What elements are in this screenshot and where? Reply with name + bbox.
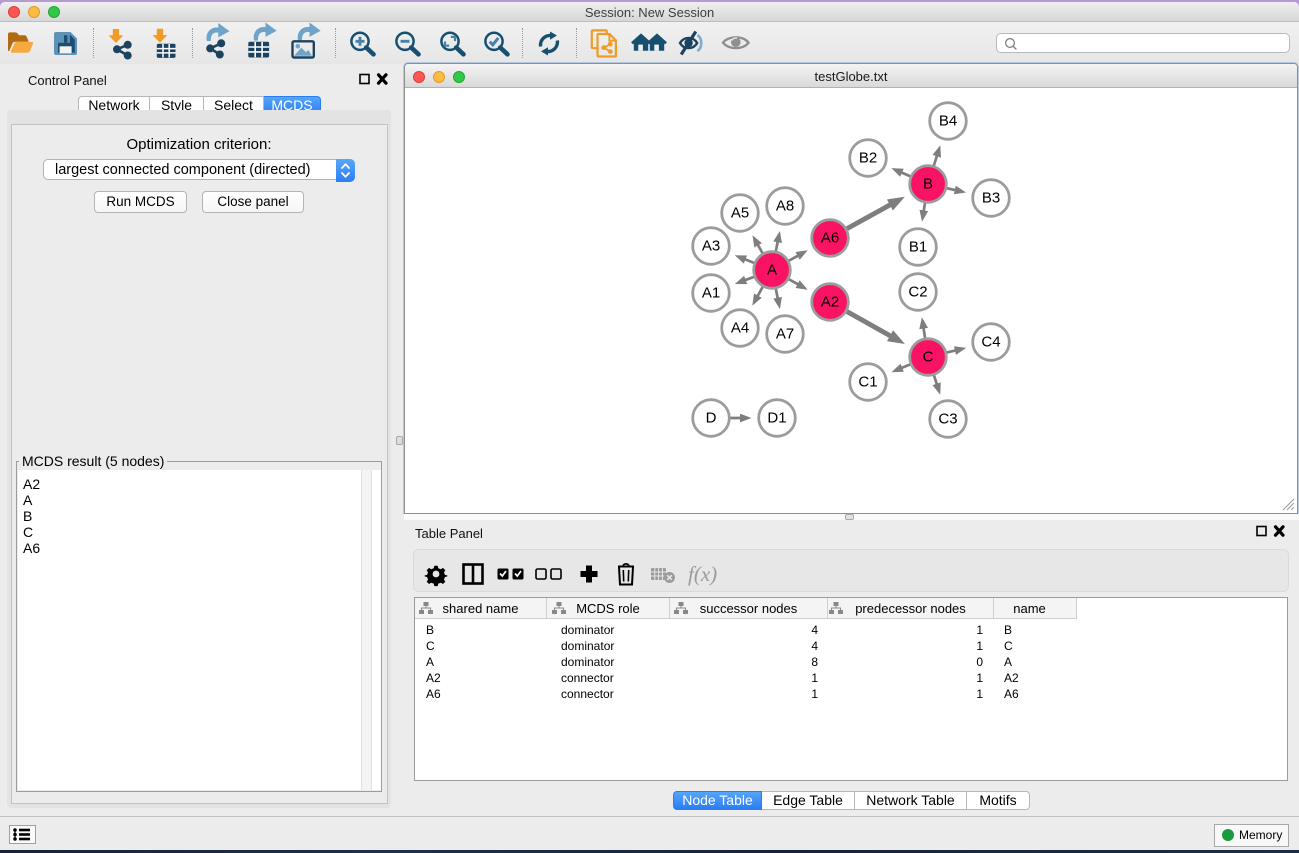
- svg-text:C1: C1: [858, 374, 877, 391]
- svg-text:f(x): f(x): [688, 562, 717, 586]
- svg-text:A7: A7: [776, 326, 794, 343]
- svg-text:A6: A6: [821, 230, 839, 247]
- svg-text:B4: B4: [939, 113, 957, 130]
- svg-text:B3: B3: [982, 190, 1000, 207]
- svg-text:B1: B1: [909, 239, 927, 256]
- svg-text:A1: A1: [702, 285, 720, 302]
- svg-text:A3: A3: [702, 238, 720, 255]
- svg-text:C4: C4: [981, 334, 1000, 351]
- svg-text:C: C: [923, 349, 934, 366]
- svg-text:B2: B2: [859, 150, 877, 167]
- svg-text:D1: D1: [767, 410, 786, 427]
- svg-text:A: A: [767, 262, 777, 279]
- svg-text:C3: C3: [938, 411, 957, 428]
- svg-text:B: B: [923, 176, 933, 193]
- svg-text:D: D: [706, 410, 717, 427]
- svg-text:C2: C2: [908, 284, 927, 301]
- svg-text:A4: A4: [731, 320, 749, 337]
- svg-text:A2: A2: [821, 294, 839, 311]
- svg-text:A5: A5: [731, 205, 749, 222]
- svg-text:A8: A8: [776, 198, 794, 215]
